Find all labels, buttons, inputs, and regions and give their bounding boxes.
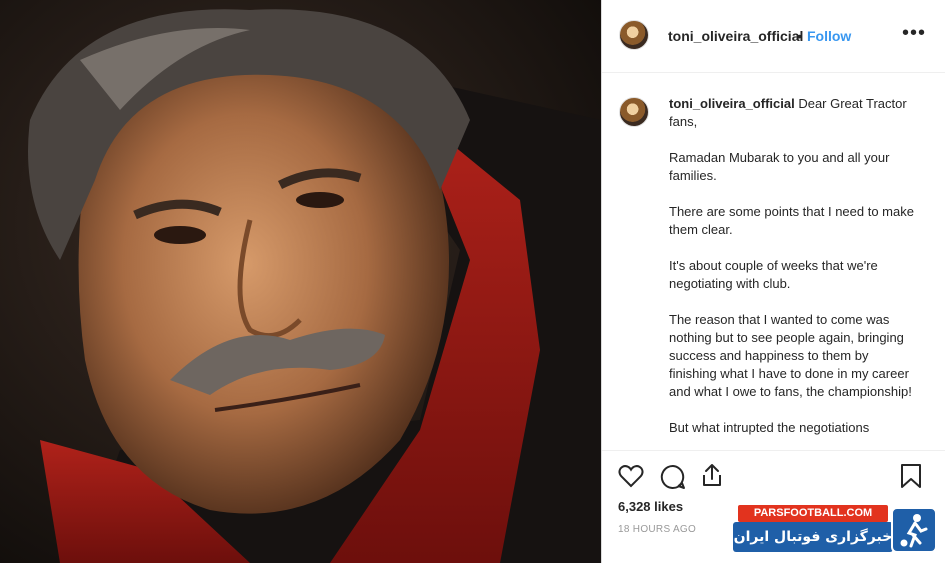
portrait-image (0, 0, 601, 563)
player-logo-icon (891, 507, 937, 553)
share-icon[interactable] (700, 462, 724, 488)
watermark-tagline: خبرگزاری فوتبال ایران (733, 522, 893, 552)
follow-button[interactable]: Follow (807, 28, 851, 44)
caption-paragraph: But what intrupted the negotiations (669, 420, 870, 435)
parsfootball-watermark: PARSFOOTBALL.COM خبرگزاری فوتبال ایران (733, 505, 938, 555)
caption: toni_oliveira_official Dear Great Tracto… (669, 95, 919, 449)
post-photo (0, 0, 601, 563)
more-options-icon[interactable]: ••• (902, 22, 926, 45)
caption-paragraph: Ramadan Mubarak to you and all your fami… (669, 150, 890, 183)
caption-scroll-area[interactable]: toni_oliveira_official Dear Great Tracto… (602, 73, 945, 449)
caption-paragraph: It's about couple of weeks that we're ne… (669, 258, 878, 291)
heart-icon[interactable] (618, 464, 644, 488)
caption-paragraph: There are some points that I need to mak… (669, 204, 914, 237)
watermark-site: PARSFOOTBALL.COM (738, 505, 888, 522)
caption-avatar[interactable] (619, 97, 649, 127)
post-timestamp[interactable]: 18 HOURS AGO (618, 524, 696, 535)
header-username[interactable]: toni_oliveira_official (668, 28, 803, 44)
avatar[interactable] (619, 20, 649, 50)
post-header: toni_oliveira_official • Follow ••• (602, 0, 945, 73)
caption-paragraph: The reason that I wanted to come was not… (669, 312, 912, 399)
comment-icon[interactable] (660, 464, 686, 490)
bookmark-icon[interactable] (900, 463, 922, 489)
post-panel: toni_oliveira_official • Follow ••• toni… (601, 0, 945, 563)
likes-count[interactable]: 6,328 likes (618, 499, 683, 514)
caption-username[interactable]: toni_oliveira_official (669, 96, 795, 111)
separator-dot: • (797, 28, 802, 44)
